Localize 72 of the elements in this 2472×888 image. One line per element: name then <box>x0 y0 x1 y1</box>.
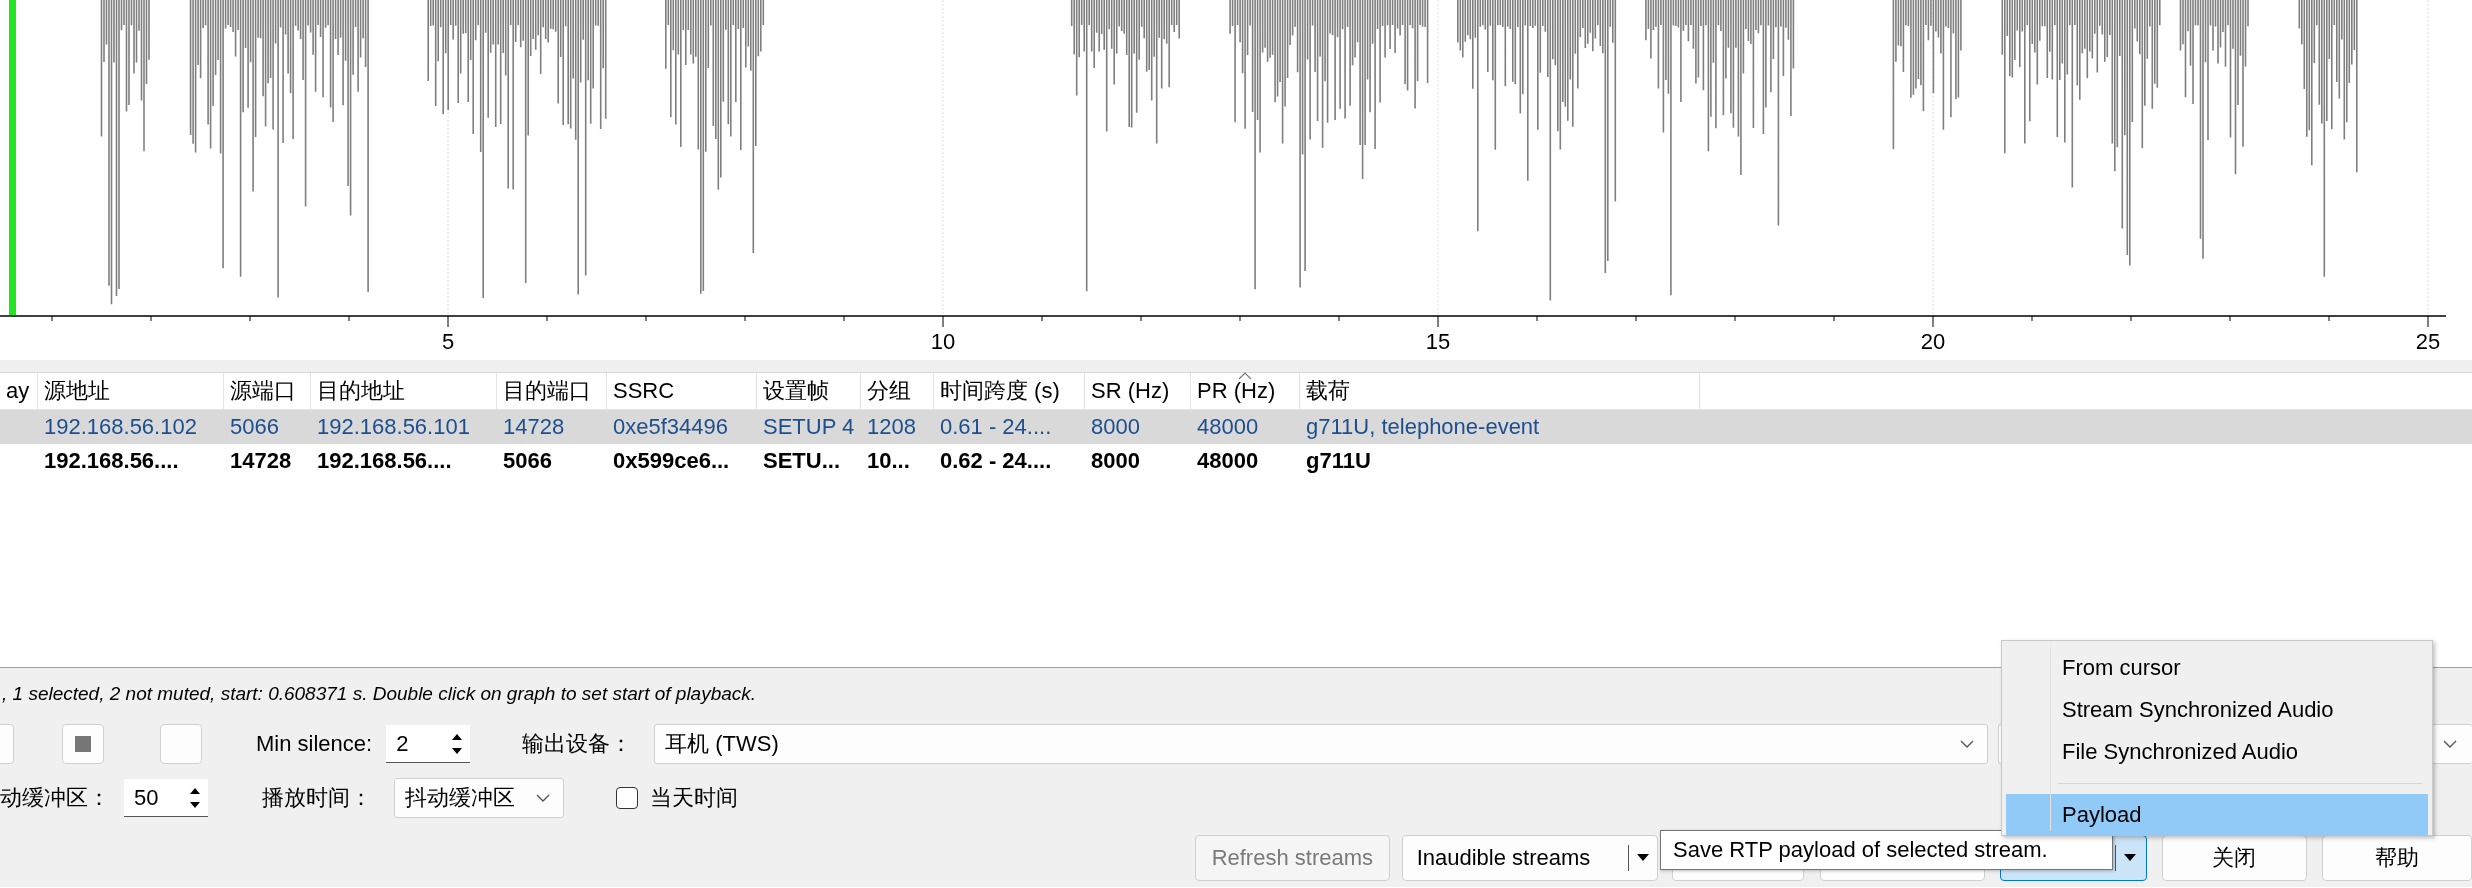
table-cell-text: g711U <box>1305 447 1372 475</box>
play-button[interactable] <box>0 724 14 764</box>
table-cell-text: 48000 <box>1196 447 1260 475</box>
table-cell-text: 0x599ce6... <box>612 447 731 475</box>
menu-item[interactable]: Payload <box>2006 794 2428 836</box>
caret-icon <box>1637 853 1650 862</box>
table-cell-text: 8000 <box>1090 447 1141 475</box>
table-cell-text: 48000 <box>1196 413 1260 441</box>
button[interactable] <box>160 724 202 764</box>
menu-item[interactable]: Stream Synchronized Audio <box>2006 689 2428 731</box>
table-cell-text: 0.62 - 24.... <box>939 447 1053 475</box>
inaudible-streams-button[interactable]: Inaudible streams <box>1401 834 1659 881</box>
table-cell-text: 192.168.56.... <box>316 447 453 475</box>
table-cell-text: 5066 <box>502 447 553 475</box>
table-cell-text: SETUP 4 <box>762 413 856 441</box>
menu-item[interactable]: File Synchronized Audio <box>2006 731 2428 773</box>
playback-cursor[interactable] <box>9 0 16 315</box>
stop-button[interactable] <box>62 724 104 764</box>
axis-label: 5 <box>441 329 455 354</box>
output-device-dropdown[interactable]: 耳机 (TWS) <box>654 724 1989 764</box>
column-header[interactable]: 目的端口 <box>497 373 607 409</box>
chevron-down-icon <box>1959 739 1976 749</box>
table-cell-text: 14728 <box>502 413 566 441</box>
table-cell-text: SETU... <box>762 447 841 475</box>
axis-label: 15 <box>1425 329 1451 354</box>
column-header[interactable]: 目的地址 <box>311 373 497 409</box>
table-cell-text: 192.168.56.... <box>43 447 180 475</box>
playback-timing-label: 播放时间： <box>262 784 372 812</box>
column-header[interactable]: SSRC <box>607 373 757 409</box>
stop-icon <box>75 736 91 752</box>
sort-caret-icon <box>1238 372 1252 380</box>
column-header[interactable]: 载荷 <box>1300 373 1700 409</box>
checkbox[interactable] <box>616 787 638 809</box>
table-cell-text: 192.168.56.102 <box>43 413 198 441</box>
table-cell-text: 0.61 - 24.... <box>939 413 1053 441</box>
close-button[interactable]: 关闭 <box>2161 834 2308 881</box>
table-cell-text: 8000 <box>1090 413 1141 441</box>
min-silence-spinbox[interactable]: 2 <box>386 725 471 763</box>
table-cell-text: 1208 <box>866 413 917 441</box>
table-cell-text: 14728 <box>229 447 293 475</box>
caret-icon <box>2123 853 2136 862</box>
help-button[interactable]: 帮助 <box>2322 834 2472 881</box>
column-header[interactable]: PR (Hz) <box>1191 373 1300 409</box>
column-header[interactable]: 源端口 <box>224 373 311 409</box>
status-text: , 1 selected, 2 not muted, start: 0.608371 s. Double click on graph to set start of playback. <box>2 683 757 704</box>
axis-label: 25 <box>2415 329 2441 354</box>
time-of-day-label: 当天时间 <box>650 784 738 812</box>
playback-timing-dropdown[interactable]: 抖动缓冲区 <box>394 778 564 818</box>
axis-label: 10 <box>930 329 956 354</box>
axis-label: 20 <box>1920 329 1946 354</box>
table-cell-text: 0xe5f34496 <box>612 413 729 441</box>
chevron-down-icon <box>2442 739 2458 749</box>
min-silence-label: Min silence: <box>256 731 373 757</box>
jitter-buffer-spinbox[interactable]: 50 <box>124 779 208 817</box>
table-cell-text: 5066 <box>229 413 280 441</box>
output-device-label: 输出设备： <box>522 730 633 758</box>
chevron-down-icon <box>535 793 551 803</box>
column-header[interactable]: 时间跨度 (s) <box>934 373 1085 409</box>
column-header[interactable]: SR (Hz) <box>1085 373 1191 409</box>
column-header[interactable]: 分组 <box>861 373 934 409</box>
column-header[interactable]: ay <box>0 373 38 409</box>
stream-row[interactable]: 192.168.56.102 5066 192.168.56.101 14728 0xe5f34496 SETUP 4 1208 0.61 - 24.... 8000 48000 g711U, telephone-event <box>0 410 2472 444</box>
menu-item[interactable]: From cursor <box>2006 647 2428 689</box>
table-cell-text: 10... <box>866 447 911 475</box>
jitter-buffer-label: 动缓冲区： <box>0 784 110 812</box>
column-header[interactable]: 设置帧 <box>757 373 861 409</box>
column-header[interactable]: 源地址 <box>38 373 224 409</box>
tooltip: Save RTP payload of selected stream. <box>1660 830 2113 870</box>
table-cell-text: g711U, telephone-event <box>1305 413 1541 441</box>
splitter-handle[interactable] <box>0 360 2472 373</box>
stream-row[interactable]: 192.168.56.... 14728 192.168.56.... 5066 0x599ce6... SETU... 10... 0.62 - 24.... 8000 48000 g711U <box>0 444 2472 478</box>
table-cell-text: 192.168.56.101 <box>316 413 471 441</box>
